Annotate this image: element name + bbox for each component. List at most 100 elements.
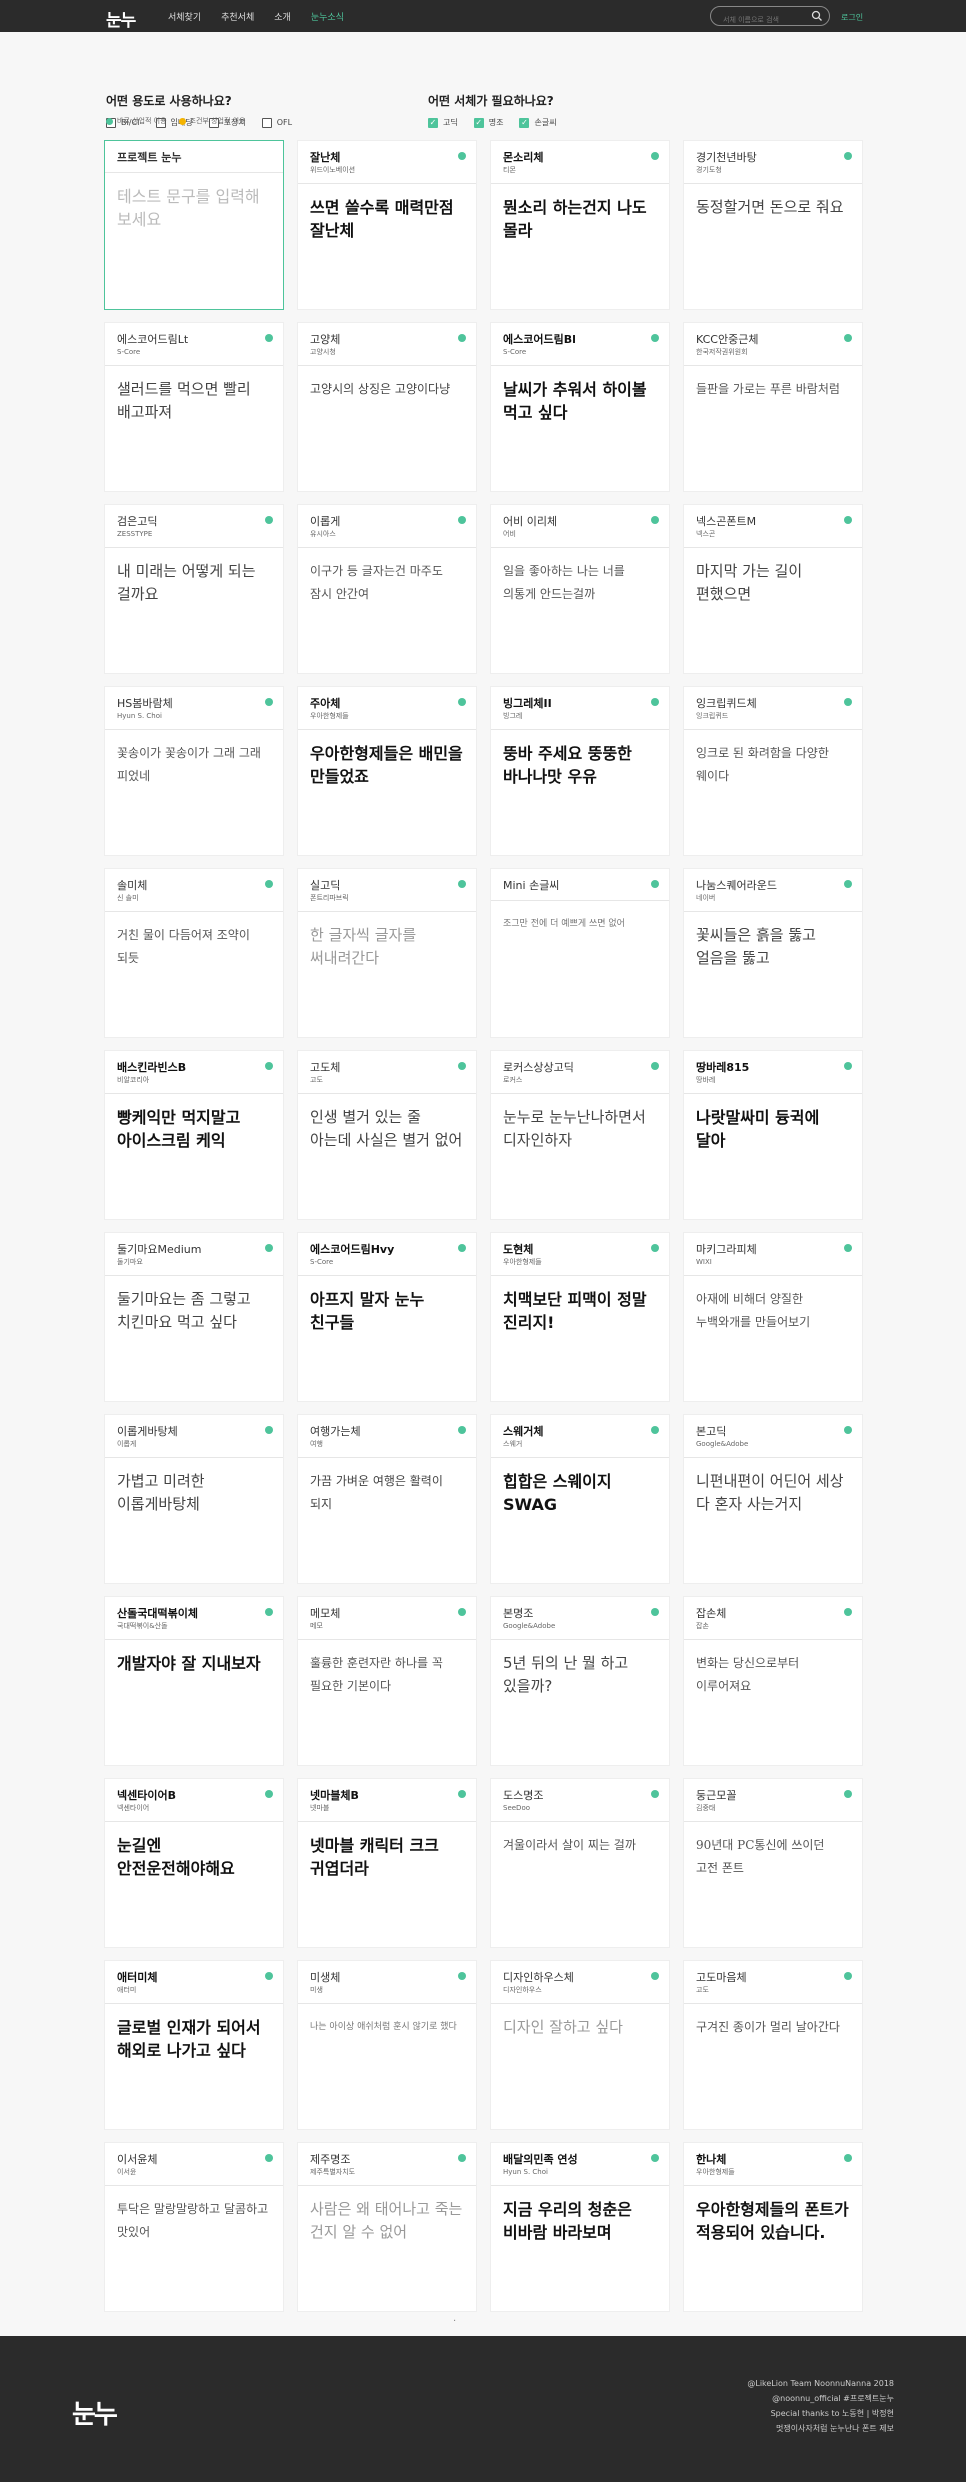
font-card[interactable]: 경기천년바탕 경기도청 동정할거면 돈으로 줘요	[683, 140, 863, 310]
font-card[interactable]: 나눔스퀘어라운드 네이버 꽃씨들은 흙을 뚫고 얼음을 뚫고	[683, 868, 863, 1038]
font-card[interactable]: 디자인하우스체 디자인하우스 디자인 잘하고 싶다	[490, 1960, 670, 2130]
footer-logo: 눈누	[72, 2400, 118, 2430]
font-card[interactable]: 몬소리체 티몬 뭔소리 하는건지 나도 몰라	[490, 140, 670, 310]
font-card[interactable]: 스웨거체 스웨거 힙합은 스웨이지 SWAG	[490, 1414, 670, 1584]
font-card[interactable]: 배달의민족 연성 Hyun S. Choi 지금 우리의 청춘은 비바람 바라보며	[490, 2142, 670, 2312]
font-card[interactable]: Mini 손글씨 조그만 전에 더 예쁘게 쓰면 없어	[490, 868, 670, 1038]
font-card[interactable]: 미생체 미생 나는 아이상 애쉬처럼 훈시 않기로 했다	[297, 1960, 477, 2130]
nav-item-find-fonts[interactable]: 서체찾기	[168, 10, 201, 23]
font-card[interactable]: 둘기마요Medium 둘기마요 둘기마요는 좀 그렇고 치킨마요 먹고 싶다	[104, 1232, 284, 1402]
font-card[interactable]: 넷마블체B 넷마블 넷마블 캐릭터 크크 귀엽더라	[297, 1778, 477, 1948]
legend-conditional: 조건부 상업적 이용	[178, 116, 246, 126]
license-status-icon	[458, 698, 466, 706]
font-card[interactable]: KCC안중근체 한국저작권위원회 들판을 가로는 푸른 바람처럼	[683, 322, 863, 492]
font-card[interactable]: 넥스곤폰트M 넥스곤 마지막 가는 길이 편했으면	[683, 504, 863, 674]
font-card[interactable]: 고도체 고도 인생 별거 있는 줄 아는데 사실은 별거 없어	[297, 1050, 477, 1220]
checkbox[interactable]	[261, 117, 272, 128]
font-card[interactable]: 빙그레체II 빙그레 뚱바 주세요 뚱뚱한 바나나맛 우유	[490, 686, 670, 856]
license-status-icon	[651, 516, 659, 524]
font-sample-text: 들판을 가로는 푸른 바람처럼	[696, 382, 840, 396]
font-card[interactable]: 이롭게 유시아스 이구가 등 글자는건 마주도 잠시 안간여	[297, 504, 477, 674]
nav-item-about[interactable]: 소개	[274, 10, 291, 23]
font-card[interactable]: 도현체 우아한형제들 치맥보단 피맥이 정말 진리지!	[490, 1232, 670, 1402]
nav-item-news[interactable]: 눈누소식	[311, 10, 344, 23]
font-card[interactable]: 에스코어드림Hvy S-Core 아프지 말자 눈누 친구들	[297, 1232, 477, 1402]
checkbox-checked[interactable]: ✓	[519, 117, 530, 128]
font-name: 넥센타이어B	[117, 1789, 176, 1802]
font-maker: 잉크립퀴드	[696, 712, 729, 720]
font-name: 주아체	[310, 697, 341, 710]
font-name: 본명조	[503, 1607, 534, 1620]
font-card[interactable]: 산돌국대떡볶이체 국대떡볶이&산돌 개발자야 잘 지내보자	[104, 1596, 284, 1766]
font-card[interactable]: 잉크립퀴드체 잉크립퀴드 잉크로 된 화려함을 다양한 웨이다	[683, 686, 863, 856]
font-card[interactable]: 어비 이리체 어비 일을 좋아하는 나는 너를 의통게 안드는걸까	[490, 504, 670, 674]
font-card[interactable]: 에스코어드림Bl S-Core 날씨가 추워서 하이볼 먹고 싶다	[490, 322, 670, 492]
font-sample-text: 빵케익만 먹지말고 아이스크림 케익	[117, 1108, 241, 1150]
font-sample-text: 우아한형제들은 배민을 만들었죠	[310, 744, 463, 786]
font-name: 몬소리체	[503, 151, 544, 164]
font-maker: S-Core	[503, 348, 527, 356]
font-card[interactable]: 고도마음체 고도 구겨진 종이가 멀리 날아간다	[683, 1960, 863, 2130]
type-filter-group: 어떤 서체가 필요하나요? ✓ 고딕 ✓ 명조 ✓ 손글씨	[428, 92, 557, 128]
font-name: KCC안중근체	[696, 333, 759, 346]
font-card[interactable]: 이롭게바탕체 이롭게 가볍고 미려한 이롭게바탕체	[104, 1414, 284, 1584]
font-card[interactable]: 본고딕 Google&Adobe 니편내편이 어딘어 세상 다 혼자 사는거지	[683, 1414, 863, 1584]
font-card[interactable]: 둥근모꼴 김중태 90년대 PC통신에 쓰이던 고전 폰트	[683, 1778, 863, 1948]
font-card[interactable]: 실고딕 폰트리파브릭 한 글자씩 글자를 써내려간다	[297, 868, 477, 1038]
sample-text-input[interactable]	[117, 185, 271, 285]
font-card[interactable]: 이서윤체 이서윤 투닥은 말랑말랑하고 달콤하고 맛있어	[104, 2142, 284, 2312]
divider	[298, 1457, 476, 1458]
divider	[684, 365, 862, 366]
font-card[interactable]: 로커스상상고딕 로커스 눈누로 눈누난나하면서 디자인하자	[490, 1050, 670, 1220]
font-card[interactable]: 고양체 고양시청 고양시의 상징은 고양이다냥	[297, 322, 477, 492]
font-card[interactable]: 마키그라피체 WIXI 아재에 비해더 양질한 누백와개를 만들어보기	[683, 1232, 863, 1402]
credit-line[interactable]: @noonnu_official #프로젝트눈누	[747, 2391, 894, 2406]
license-status-icon	[651, 334, 659, 342]
font-sample-text: 우아한형제들의 폰트가 적용되어 있습니다.	[696, 2200, 849, 2242]
font-card[interactable]: 한나체 우아한형제들 우아한형제들의 폰트가 적용되어 있습니다.	[683, 2142, 863, 2312]
font-card[interactable]: 제주명조 제주특별자치도 사람은 왜 태어나고 죽는 건지 알 수 없어	[297, 2142, 477, 2312]
font-name: 에스코어드림Bl	[503, 333, 576, 346]
search-input[interactable]	[723, 16, 815, 24]
search-icon[interactable]	[811, 10, 823, 22]
credit-line: 멋쟁이사자처럼 눈누난나 폰트 제보	[775, 2424, 894, 2433]
type-option-handwriting[interactable]: ✓ 손글씨	[519, 117, 557, 128]
nav-item-recommended[interactable]: 추천서체	[221, 10, 254, 23]
font-sample-text: 아재에 비해더 양질한 누백와개를 만들어보기	[696, 1292, 811, 1329]
font-card[interactable]: 에스코어드림Lt S-Core 샐러드를 먹으면 빨리 배고파져	[104, 322, 284, 492]
font-name: 경기천년바탕	[696, 151, 757, 164]
divider	[684, 547, 862, 548]
divider	[105, 729, 283, 730]
font-maker: 고도	[696, 1986, 709, 1994]
font-sample-text: 한 글자씩 글자를 써내려간다	[310, 926, 417, 967]
font-card[interactable]: 메모체 메모 훌륭한 훈련자란 하나를 꼭 필요한 기본이다	[297, 1596, 477, 1766]
font-maker: Google&Adobe	[503, 1622, 556, 1630]
font-card[interactable]: 본명조 Google&Adobe 5년 뒤의 난 뭘 하고 있을까?	[490, 1596, 670, 1766]
checkbox-checked[interactable]: ✓	[473, 117, 484, 128]
type-option-gothic[interactable]: ✓ 고딕	[428, 117, 458, 128]
font-card[interactable]: 배스킨라빈스B 비알코리아 빵케익만 먹지말고 아이스크림 케익	[104, 1050, 284, 1220]
checkbox-checked[interactable]: ✓	[428, 117, 438, 128]
divider	[105, 1275, 283, 1276]
font-card[interactable]: 잘난체 위드이노베이션 쓰면 쓸수록 매력만점 잘난체	[297, 140, 477, 310]
type-option-myeongjo[interactable]: ✓ 명조	[473, 117, 503, 128]
font-card[interactable]: 도스명조 SeeDoo 겨울이라서 살이 찌는 걸까	[490, 1778, 670, 1948]
font-card[interactable]: HS봄바람체 Hyun S. Choi 꽃송이가 꽃송이가 그래 그래 피었네	[104, 686, 284, 856]
pagination-indicator[interactable]: ·	[453, 2316, 456, 2327]
font-maker: 땅바레	[696, 1076, 716, 1084]
font-card[interactable]: 애터미체 애터미 글로벌 인재가 되어서 해외로 나가고 싶다	[104, 1960, 284, 2130]
usage-option-ofl[interactable]: OFL	[261, 117, 292, 128]
font-name: 도스명조	[503, 1789, 544, 1802]
login-link[interactable]: 로그인	[841, 12, 863, 23]
font-card[interactable]: 넥센타이어B 넥센타이어 눈길엔 안전운전해야해요	[104, 1778, 284, 1948]
font-sample-text: 동정할거면 돈으로 줘요	[696, 198, 844, 216]
font-card[interactable]: 땅바레815 땅바레 나랏말싸미 듕귁에 달아	[683, 1050, 863, 1220]
font-card[interactable]: 검은고딕 ZESSTYPE 내 미래는 어떻게 되는 걸까요	[104, 504, 284, 674]
font-card[interactable]: 잡손체 잡손 변화는 당신으로부터 이루어져요	[683, 1596, 863, 1766]
font-card[interactable]: 여행가는체 여행 가끔 가벼운 여행은 활력이 되지	[297, 1414, 477, 1584]
font-card[interactable]: 솔미체 신 솔미 거친 물이 다듬어져 조약이 되듯	[104, 868, 284, 1038]
site-logo[interactable]: 눈누	[106, 6, 136, 31]
font-card[interactable]: 주아체우아한형제들우아한형제들은 배민을 만들었죠	[297, 686, 477, 856]
font-name: 에스코어드림Lt	[117, 333, 189, 346]
font-maker: 우아한형제들	[310, 712, 349, 720]
